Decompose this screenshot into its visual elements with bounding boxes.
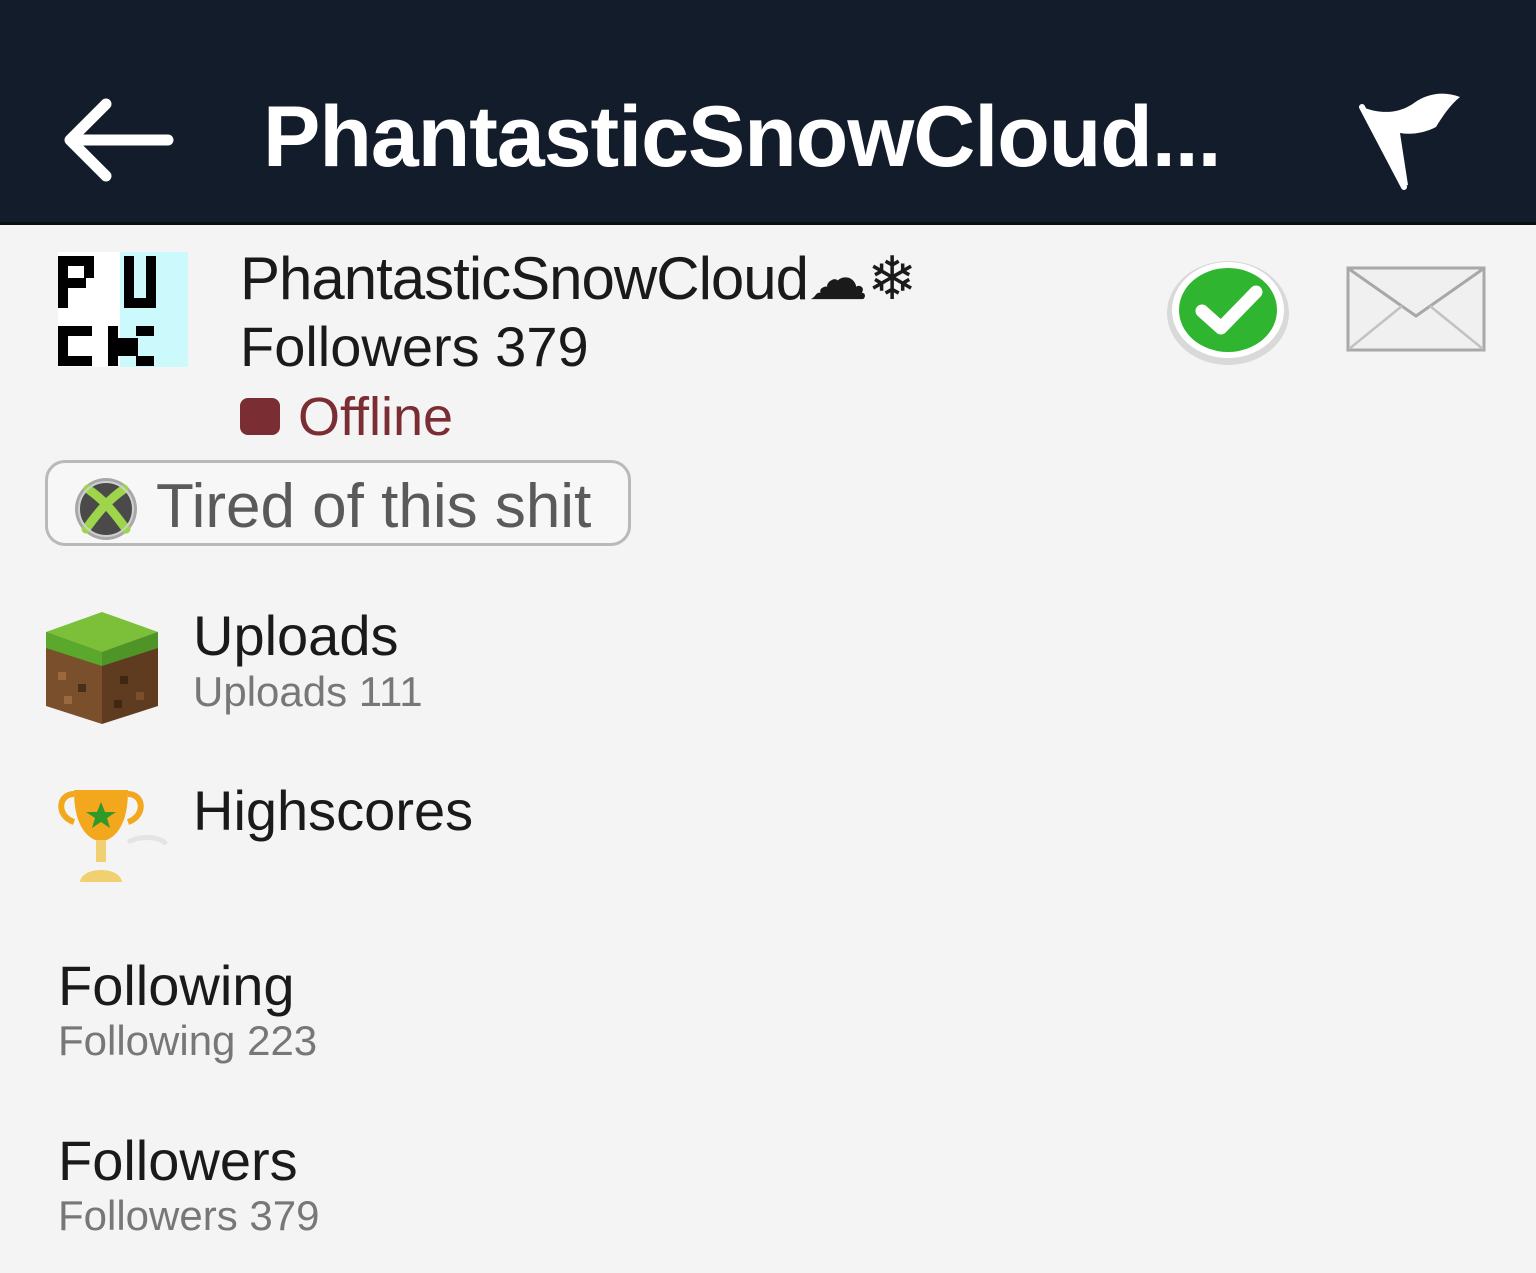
profile-username: PhantasticSnowCloud☁❄ (240, 245, 917, 312)
highscores-title[interactable]: Highscores (193, 778, 473, 843)
header-divider (0, 222, 1536, 225)
following-count: Following 223 (58, 1017, 318, 1064)
arrow-left-icon[interactable] (50, 90, 180, 190)
follow-check-button[interactable] (1166, 256, 1290, 366)
page-title: PhantasticSnowCloud... (263, 89, 1222, 185)
grass-block-icon[interactable] (44, 610, 160, 726)
status-message-text: Tired of this shit (156, 472, 592, 541)
following-title[interactable]: Following (58, 953, 295, 1018)
uploads-title[interactable]: Uploads (193, 603, 398, 668)
xbox-icon (75, 478, 137, 540)
trophy-icon[interactable] (52, 782, 170, 888)
status-text: Offline (298, 387, 454, 447)
followers-title[interactable]: Followers (58, 1128, 298, 1193)
followers-count: Followers 379 (58, 1192, 320, 1239)
status-message: Tired of this shit (45, 460, 631, 546)
flag-icon[interactable] (1352, 85, 1468, 195)
avatar[interactable] (58, 252, 188, 367)
top-bar: PhantasticSnowCloud... (0, 0, 1536, 222)
mail-icon[interactable] (1346, 266, 1486, 352)
uploads-count: Uploads 111 (193, 668, 423, 715)
status-indicator (240, 398, 280, 435)
profile-followers-count: Followers 379 (240, 315, 589, 378)
